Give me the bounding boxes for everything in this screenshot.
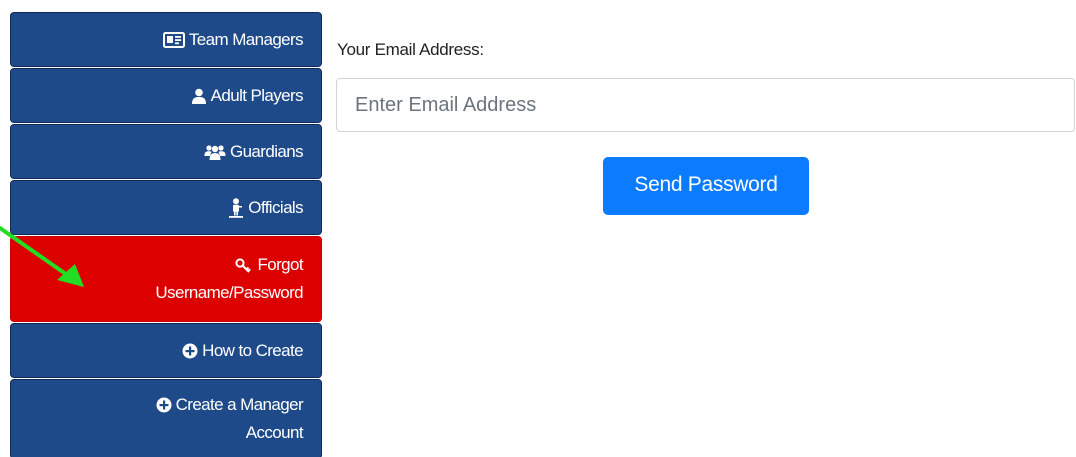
sidebar-item-create-manager-account[interactable]: Create a Manager Account: [10, 379, 322, 457]
page: Team Managers Adult Players Guardians Of…: [0, 0, 1076, 457]
sidebar-item-label: Officials: [248, 197, 303, 217]
email-input[interactable]: [336, 78, 1075, 132]
sidebar-item-adult-players[interactable]: Adult Players: [10, 68, 322, 123]
sidebar-nav: Team Managers Adult Players Guardians Of…: [10, 12, 322, 457]
id-card-icon: [162, 31, 185, 48]
sidebar-item-label: Account: [245, 423, 304, 442]
sidebar-item-label: Guardians: [229, 141, 304, 161]
plus-circle-icon: [182, 343, 198, 359]
sidebar-item-label: Team Managers: [188, 29, 304, 49]
users-icon: [204, 144, 226, 160]
user-icon: [191, 88, 207, 104]
sidebar-item-label: Forgot: [257, 255, 303, 274]
plus-circle-icon: [156, 397, 172, 413]
key-icon: [235, 257, 253, 273]
sidebar-item-forgot-password[interactable]: Forgot Username/Password: [10, 236, 322, 322]
sidebar-item-label: Create a Manager: [175, 395, 304, 414]
sidebar-item-label: Username/Password: [155, 283, 303, 302]
email-label: Your Email Address:: [337, 40, 484, 59]
sidebar-item-label: Adult Players: [210, 85, 304, 105]
sidebar-item-officials[interactable]: Officials: [10, 180, 322, 235]
sidebar-item-guardians[interactable]: Guardians: [10, 124, 322, 179]
sidebar-item-how-to-create[interactable]: How to Create: [10, 323, 322, 378]
send-password-button[interactable]: Send Password: [603, 157, 809, 215]
sidebar-item-label: How to Create: [202, 340, 303, 360]
referee-icon: [228, 197, 244, 218]
sidebar-item-team-managers[interactable]: Team Managers: [10, 12, 322, 67]
